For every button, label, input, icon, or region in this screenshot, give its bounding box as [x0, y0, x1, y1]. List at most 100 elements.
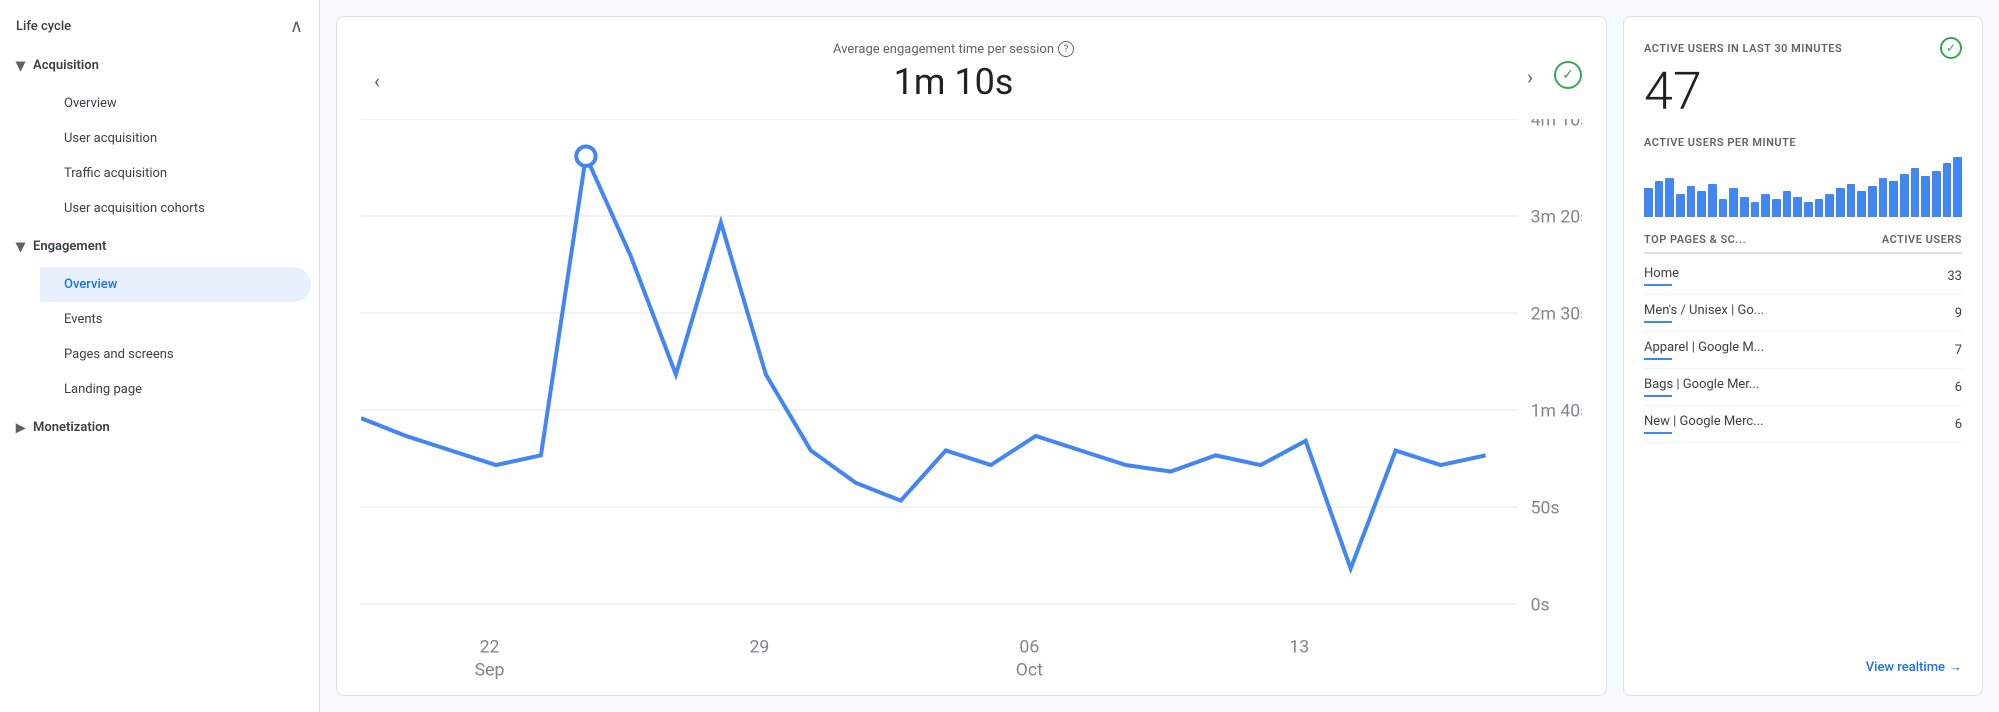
- bar-item: [1921, 176, 1930, 217]
- sidebar-item-user-acquisition-cohorts[interactable]: User acquisition cohorts: [40, 191, 311, 226]
- bar-item: [1772, 199, 1781, 218]
- next-metric-button[interactable]: ›: [1514, 61, 1546, 93]
- svg-text:Oct: Oct: [1016, 660, 1043, 680]
- chart-metric-center: Average engagement time per session ? 1m…: [393, 41, 1514, 103]
- svg-text:1m 40s: 1m 40s: [1531, 401, 1582, 421]
- bar-item: [1825, 194, 1834, 217]
- table-row[interactable]: Men's / Unisex | Go...9: [1644, 295, 1962, 332]
- acquisition-arrow-icon: ▾: [16, 55, 25, 76]
- bar-item: [1719, 199, 1728, 218]
- bar-item: [1857, 191, 1866, 217]
- chart-container: 4m 10s 3m 20s 2m 30s 1m 40s 50s 0s 22 Se…: [361, 119, 1582, 696]
- bar-item: [1655, 181, 1664, 217]
- bar-item: [1665, 178, 1674, 217]
- bar-item: [1868, 186, 1877, 217]
- bar-item: [1676, 194, 1685, 217]
- bar-item: [1644, 188, 1653, 217]
- chart-card: ‹ Average engagement time per session ? …: [336, 16, 1607, 696]
- realtime-card: ACTIVE USERS IN LAST 30 MINUTES ✓ 47 ACT…: [1623, 16, 1983, 696]
- svg-text:2m 30s: 2m 30s: [1531, 304, 1582, 324]
- svg-text:0s: 0s: [1531, 596, 1550, 616]
- bar-item: [1793, 197, 1802, 218]
- sidebar-item-overview[interactable]: Overview: [40, 86, 311, 121]
- top-pages-table: Home33Men's / Unisex | Go...9Apparel | G…: [1644, 258, 1962, 443]
- bar-item: [1751, 202, 1760, 218]
- metric-label: Average engagement time per session ?: [393, 41, 1514, 57]
- sidebar-category-monetization[interactable]: ▸ Monetization: [0, 407, 319, 448]
- bar-item: [1687, 186, 1696, 217]
- lifecycle-label: Life cycle: [16, 19, 71, 34]
- bar-item: [1804, 202, 1813, 218]
- monetization-arrow-icon: ▸: [16, 417, 25, 438]
- lifecycle-chevron-icon: ∧: [290, 16, 303, 37]
- engagement-label: Engagement: [33, 239, 106, 254]
- sidebar-item-engagement-overview[interactable]: Overview: [40, 267, 311, 302]
- bar-item: [1847, 184, 1856, 217]
- table-row[interactable]: Apparel | Google M...7: [1644, 332, 1962, 369]
- realtime-header: ACTIVE USERS IN LAST 30 MINUTES ✓: [1644, 37, 1962, 59]
- acquisition-label: Acquisition: [33, 58, 99, 73]
- row-indicator: [1644, 284, 1672, 286]
- bar-item: [1729, 188, 1738, 217]
- metric-help-icon[interactable]: ?: [1058, 41, 1074, 57]
- engagement-items: Overview Events Pages and screens Landin…: [0, 267, 319, 407]
- table-row[interactable]: Home33: [1644, 258, 1962, 295]
- bar-item: [1815, 199, 1824, 218]
- bar-item: [1697, 191, 1706, 217]
- monetization-label: Monetization: [33, 420, 110, 435]
- metric-value: 1m 10s: [393, 61, 1514, 103]
- row-indicator: [1644, 432, 1672, 434]
- row-indicator: [1644, 358, 1672, 360]
- bar-item: [1836, 188, 1845, 217]
- svg-text:Sep: Sep: [475, 660, 505, 680]
- bar-item: [1943, 163, 1952, 217]
- sidebar-item-user-acquisition[interactable]: User acquisition: [40, 121, 311, 156]
- bar-item: [1740, 197, 1749, 218]
- table-header: TOP PAGES & SC... ACTIVE USERS: [1644, 233, 1962, 254]
- realtime-title: ACTIVE USERS IN LAST 30 MINUTES: [1644, 42, 1842, 55]
- svg-text:29: 29: [750, 638, 770, 658]
- svg-text:06: 06: [1019, 638, 1039, 658]
- view-realtime-link[interactable]: View realtime →: [1644, 647, 1962, 675]
- table-col2-header: ACTIVE USERS: [1882, 233, 1962, 246]
- metric-check-icon: ✓: [1554, 61, 1582, 89]
- table-row[interactable]: Bags | Google Mer...6: [1644, 369, 1962, 406]
- bar-item: [1900, 174, 1909, 217]
- per-minute-bar-chart: [1644, 157, 1962, 217]
- sidebar-item-landing-page[interactable]: Landing page: [40, 372, 311, 407]
- bar-item: [1953, 157, 1962, 217]
- realtime-count: 47: [1644, 63, 1962, 120]
- acquisition-items: Overview User acquisition Traffic acquis…: [0, 86, 319, 226]
- table-col1-header: TOP PAGES & SC...: [1644, 233, 1746, 246]
- svg-text:50s: 50s: [1531, 499, 1560, 519]
- bar-item: [1911, 168, 1920, 218]
- row-indicator: [1644, 321, 1672, 323]
- bar-item: [1783, 191, 1792, 217]
- row-indicator: [1644, 395, 1672, 397]
- bar-item: [1932, 171, 1941, 218]
- svg-text:3m 20s: 3m 20s: [1531, 207, 1582, 227]
- prev-metric-button[interactable]: ‹: [361, 65, 393, 97]
- sidebar-category-acquisition[interactable]: ▾ Acquisition: [0, 45, 319, 86]
- lifecycle-section[interactable]: Life cycle ∧: [0, 0, 319, 45]
- engagement-chart: 4m 10s 3m 20s 2m 30s 1m 40s 50s 0s 22 Se…: [361, 119, 1582, 696]
- arrow-right-icon: →: [1949, 659, 1962, 675]
- table-row[interactable]: New | Google Merc...6: [1644, 406, 1962, 443]
- per-minute-title: ACTIVE USERS PER MINUTE: [1644, 136, 1962, 149]
- svg-text:13: 13: [1289, 638, 1309, 658]
- chart-header: ‹ Average engagement time per session ? …: [361, 41, 1582, 103]
- sidebar-item-pages-and-screens[interactable]: Pages and screens: [40, 337, 311, 372]
- bar-item: [1889, 181, 1898, 217]
- sidebar-category-engagement[interactable]: ▾ Engagement: [0, 226, 319, 267]
- sidebar: Life cycle ∧ ▾ Acquisition Overview User…: [0, 0, 320, 712]
- bar-item: [1761, 194, 1770, 217]
- sidebar-item-events[interactable]: Events: [40, 302, 311, 337]
- svg-text:22: 22: [480, 638, 500, 658]
- svg-text:4m 10s: 4m 10s: [1531, 119, 1582, 130]
- engagement-arrow-icon: ▾: [16, 236, 25, 257]
- realtime-check-icon: ✓: [1940, 37, 1962, 59]
- main-content: ‹ Average engagement time per session ? …: [320, 0, 1999, 712]
- bar-item: [1708, 184, 1717, 217]
- sidebar-item-traffic-acquisition[interactable]: Traffic acquisition: [40, 156, 311, 191]
- bar-item: [1879, 178, 1888, 217]
